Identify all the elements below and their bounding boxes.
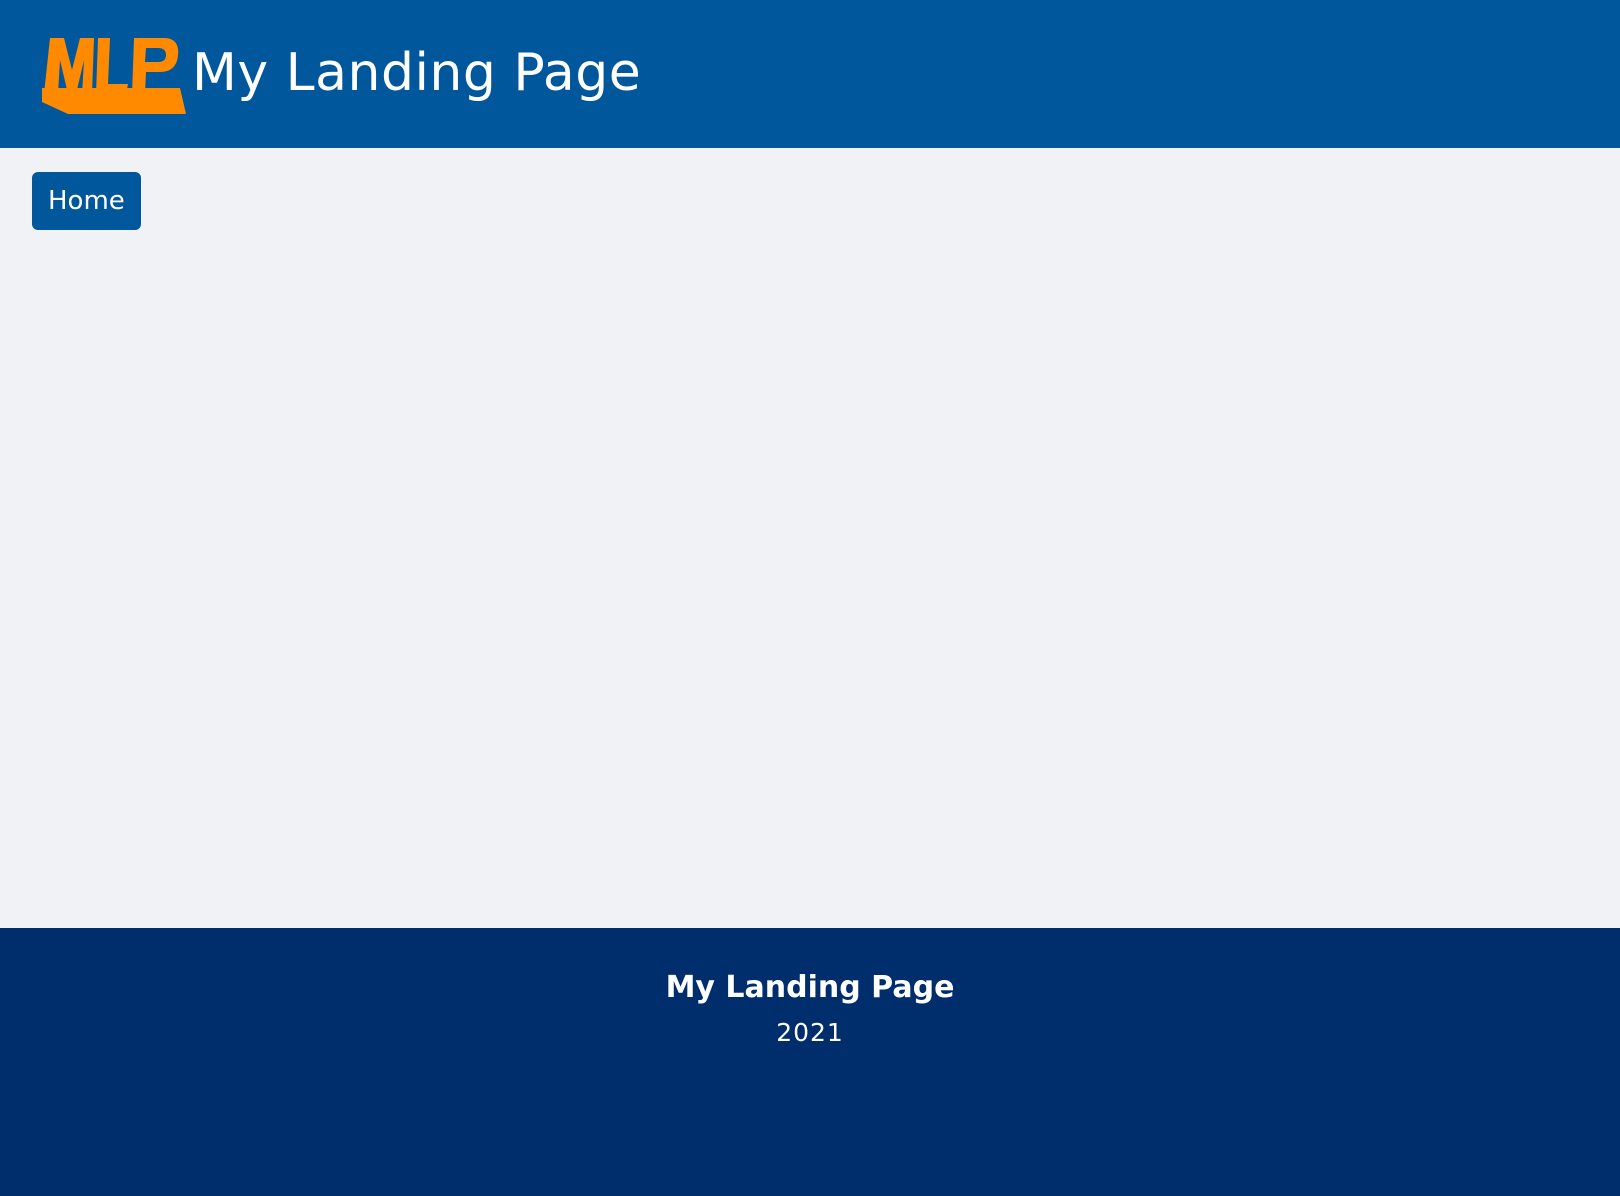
site-footer: My Landing Page 2021 bbox=[0, 928, 1620, 1196]
home-button[interactable]: Home bbox=[32, 172, 141, 230]
footer-title: My Landing Page bbox=[665, 970, 955, 1005]
mlp-logo[interactable] bbox=[40, 30, 186, 116]
site-title: My Landing Page bbox=[192, 43, 642, 103]
main-content: Home bbox=[0, 148, 1620, 928]
footer-year: 2021 bbox=[776, 1018, 844, 1047]
site-header: My Landing Page bbox=[0, 0, 1620, 148]
